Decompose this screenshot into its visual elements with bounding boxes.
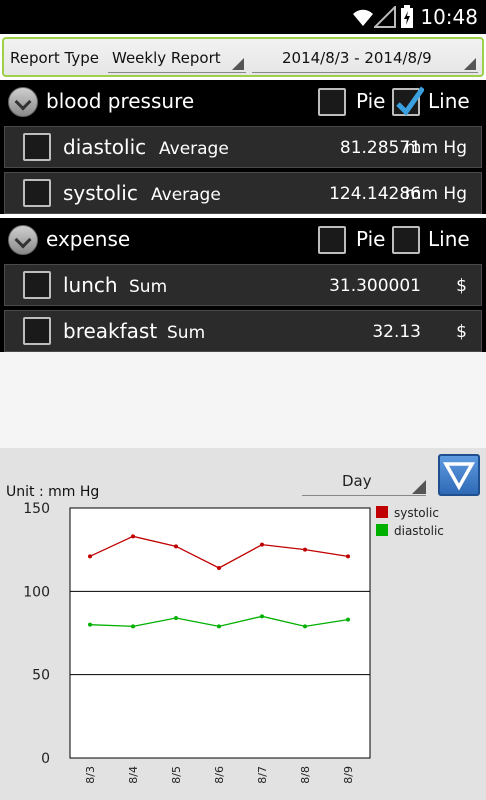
row-aggregate: Sum xyxy=(129,277,168,297)
pie-label: Pie xyxy=(356,227,386,251)
data-point-diastolic xyxy=(217,624,221,629)
section-header: expense Pie Line xyxy=(0,218,486,262)
legend-label: systolic xyxy=(394,506,439,520)
line-label: Line xyxy=(428,227,470,251)
battery-charging-icon xyxy=(401,5,413,28)
data-point-systolic xyxy=(88,554,92,559)
y-tick-label: 150 xyxy=(23,501,50,517)
legend-swatch-diastolic xyxy=(376,524,388,536)
data-point-systolic xyxy=(346,554,350,559)
data-point-diastolic xyxy=(88,622,92,627)
row-value: 31.300001 xyxy=(329,276,421,296)
list-item[interactable]: lunch Sum 31.300001 $ xyxy=(4,264,482,306)
row-unit: $ xyxy=(456,276,467,296)
dropdown-triangle-icon xyxy=(464,58,476,70)
section-header: blood pressure Pie Line xyxy=(0,80,486,124)
section-title: blood pressure xyxy=(46,89,195,113)
data-point-diastolic xyxy=(131,624,135,629)
row-unit: mm Hg xyxy=(404,184,467,204)
data-point-systolic xyxy=(217,566,221,570)
row-checkbox[interactable] xyxy=(23,133,51,161)
x-tick-label: 8/5 xyxy=(170,766,183,784)
empty-area xyxy=(0,352,486,448)
pie-checkbox[interactable] xyxy=(318,226,346,254)
report-type-spinner[interactable]: Weekly Report xyxy=(108,43,246,73)
date-range-value: 2014/8/3 - 2014/8/9 xyxy=(282,49,432,67)
row-checkbox[interactable] xyxy=(23,317,51,345)
row-aggregate: Average xyxy=(159,139,229,159)
row-name: diastolic xyxy=(63,135,147,159)
row-name: systolic xyxy=(63,181,138,205)
data-point-systolic xyxy=(260,542,264,547)
collapse-chevron-icon[interactable] xyxy=(8,87,38,117)
data-point-systolic xyxy=(303,547,307,552)
clock: 10:48 xyxy=(420,5,478,29)
row-aggregate: Average xyxy=(151,185,221,205)
row-value: 32.13 xyxy=(372,322,421,342)
list-item[interactable]: systolic Average 124.14286 mm Hg xyxy=(4,172,482,214)
line-checkbox[interactable] xyxy=(392,226,420,254)
report-box: Report Type Weekly Report 2014/8/3 - 201… xyxy=(2,37,484,77)
x-tick-label: 8/7 xyxy=(256,766,269,784)
data-point-diastolic xyxy=(346,617,350,622)
line-label: Line xyxy=(428,89,470,113)
list-item[interactable]: diastolic Average 81.28571 mm Hg xyxy=(4,126,482,168)
section-blood-pressure: blood pressure Pie Line diastolic Averag… xyxy=(0,80,486,214)
section-title: expense xyxy=(46,227,131,251)
x-tick-label: 8/4 xyxy=(127,766,140,784)
y-tick-label: 100 xyxy=(23,584,50,600)
data-point-diastolic xyxy=(174,616,178,620)
signal-icon xyxy=(374,6,396,28)
pie-checkbox[interactable] xyxy=(318,88,346,116)
row-checkbox[interactable] xyxy=(23,271,51,299)
row-unit: $ xyxy=(456,322,467,342)
row-name: breakfast xyxy=(63,319,158,343)
checkmark-icon xyxy=(396,86,424,116)
collapse-chevron-icon[interactable] xyxy=(8,225,38,255)
data-point-diastolic xyxy=(260,614,264,619)
report-type-value: Weekly Report xyxy=(112,49,221,67)
data-point-systolic xyxy=(131,534,135,539)
report-type-label: Report Type xyxy=(10,49,99,67)
line-checkbox[interactable] xyxy=(392,86,424,116)
row-name: lunch xyxy=(63,273,118,297)
dropdown-triangle-icon xyxy=(232,58,244,70)
x-tick-label: 8/8 xyxy=(299,766,312,784)
section-expense: expense Pie Line lunch Sum 31.300001 $ b… xyxy=(0,218,486,352)
y-tick-label: 50 xyxy=(32,668,50,684)
plot-area xyxy=(69,507,371,759)
status-bar: 10:48 xyxy=(0,0,486,34)
y-tick-label: 0 xyxy=(41,751,50,767)
data-point-systolic xyxy=(174,544,178,549)
date-range-spinner[interactable]: 2014/8/3 - 2014/8/9 xyxy=(252,43,478,73)
row-checkbox[interactable] xyxy=(23,179,51,207)
wifi-icon xyxy=(353,9,373,26)
row-unit: mm Hg xyxy=(404,138,467,158)
data-point-diastolic xyxy=(303,624,307,629)
legend-swatch-systolic xyxy=(376,506,388,518)
list-item[interactable]: breakfast Sum 32.13 $ xyxy=(4,310,482,352)
row-aggregate: Sum xyxy=(167,323,206,343)
pie-label: Pie xyxy=(356,89,386,113)
x-tick-label: 8/3 xyxy=(84,766,97,784)
report-bar: Report Type Weekly Report 2014/8/3 - 201… xyxy=(0,34,486,80)
x-tick-label: 8/9 xyxy=(342,766,355,784)
x-tick-label: 8/6 xyxy=(213,766,226,784)
legend-label: diastolic xyxy=(394,524,444,538)
line-chart: 0 50 100 150 8/3 8/4 8/5 8/6 8/7 8/8 8/9 systolic di… xyxy=(23,501,444,784)
